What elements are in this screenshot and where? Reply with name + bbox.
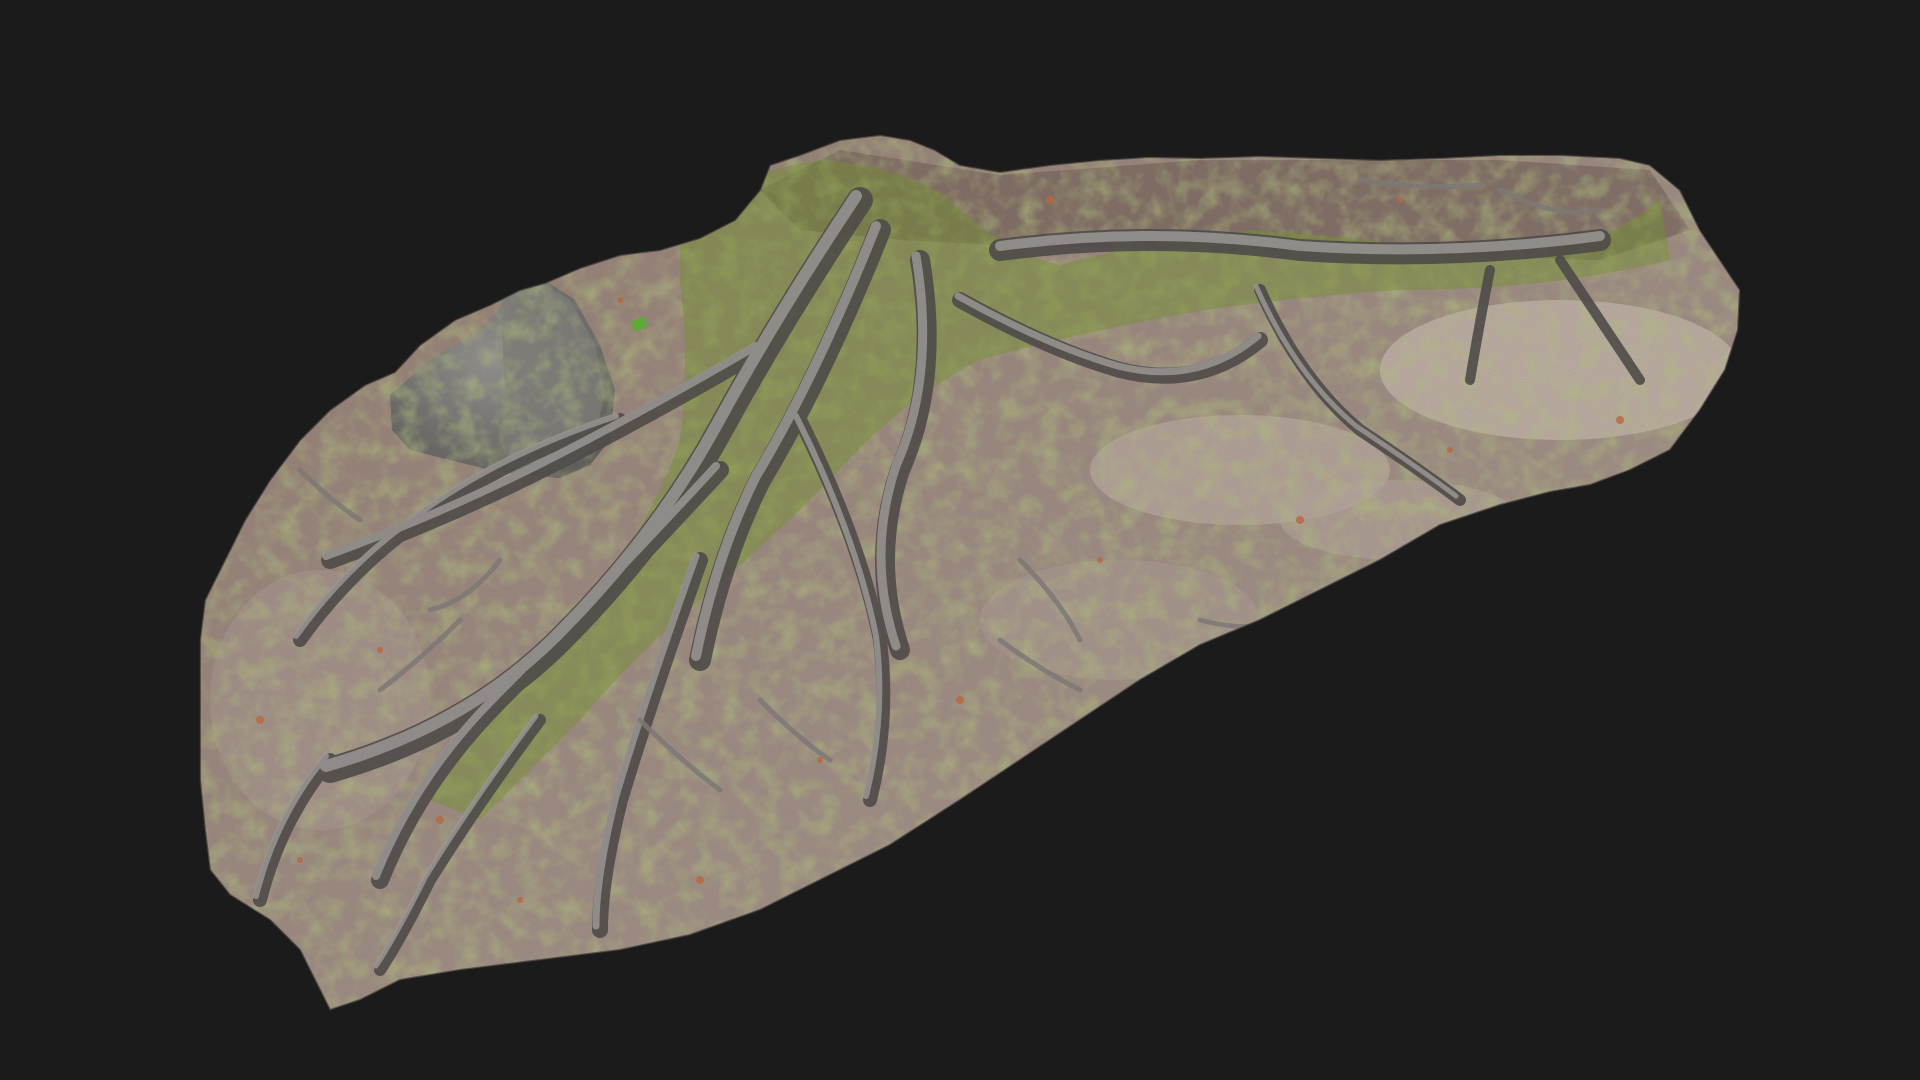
scan-mesh[interactable] [0,0,1920,1080]
viewport-background [0,0,1920,1080]
scan-ground [200,135,1740,1010]
